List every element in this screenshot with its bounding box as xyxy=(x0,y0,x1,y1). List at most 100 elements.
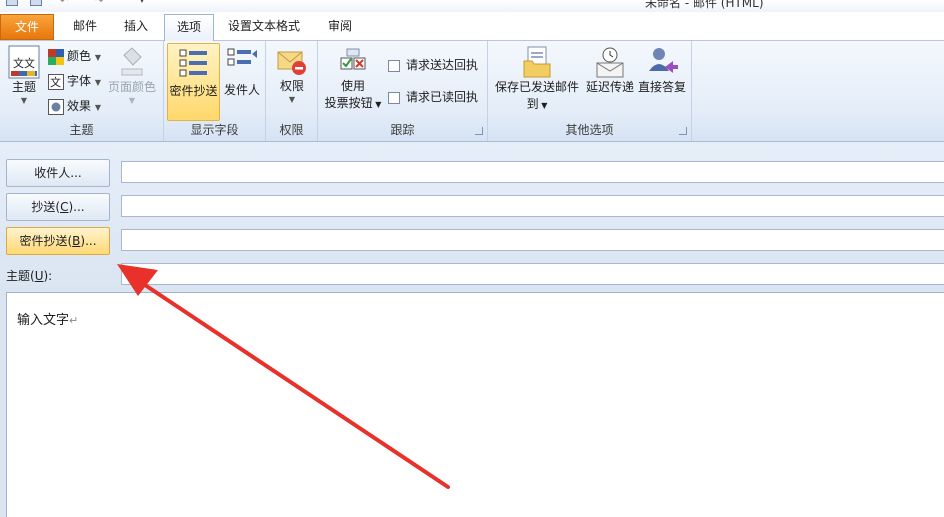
save-icon[interactable] xyxy=(30,0,42,6)
theme-group: 文文 主题 ▼ 颜色 ▼ 文 字体 ▼ 效果 ▼ 页面颜色 ▼ 主题 xyxy=(0,41,164,141)
more-options-group: 保存已发送邮件 到 ▼ 延迟传递 直接答复 其他选项 xyxy=(488,41,692,141)
tab-review[interactable]: 审阅 xyxy=(316,14,364,41)
delivery-receipt-label: 请求送达回执 xyxy=(406,58,479,72)
cc-field[interactable] xyxy=(121,195,944,217)
chevron-down-icon: ▼ xyxy=(128,96,136,105)
voting-icon xyxy=(340,48,366,70)
palette-icon xyxy=(48,48,64,65)
show-fields-group-label: 显示字段 xyxy=(190,123,239,137)
bcc-icon xyxy=(179,49,207,77)
redo-icon[interactable]: ↷ xyxy=(95,0,107,7)
direct-replies-button[interactable]: 直接答复 xyxy=(636,45,688,96)
reply-person-icon xyxy=(649,48,678,73)
body-content: 输入文字 xyxy=(17,313,70,328)
chevron-down-icon: ▼ xyxy=(94,78,101,87)
page-color-label: 页面颜色 xyxy=(107,80,156,94)
theme-button[interactable]: 文文 主题 ▼ xyxy=(4,45,44,106)
permission-group-label: 权限 xyxy=(279,123,304,137)
dialog-launcher-icon[interactable] xyxy=(679,127,687,135)
delay-delivery-button[interactable]: 延迟传递 xyxy=(584,45,636,96)
save-sent-icon xyxy=(523,46,551,78)
voting-label-line1: 使用 xyxy=(340,79,365,93)
tab-file[interactable]: 文件 xyxy=(0,14,54,40)
effects-icon xyxy=(48,98,64,115)
permission-label: 权限 xyxy=(279,79,304,93)
read-receipt-checkbox[interactable]: 请求已读回执 xyxy=(388,87,478,107)
chevron-down-icon: ▼ xyxy=(288,95,296,104)
subject-label: 主题(U): xyxy=(6,267,52,284)
save-sent-label-line2: 到 ▼ xyxy=(492,96,582,114)
qat-dropdown-icon[interactable]: ▾ xyxy=(140,0,152,6)
from-field-button[interactable]: 发件人 xyxy=(222,46,262,99)
ribbon: 文文 主题 ▼ 颜色 ▼ 文 字体 ▼ 效果 ▼ 页面颜色 ▼ 主题 密件抄送 … xyxy=(0,41,944,142)
effects-button[interactable]: 效果 ▼ xyxy=(48,96,101,116)
bcc-button-prefix: 密件抄送( xyxy=(19,234,73,248)
tracking-group-label: 跟踪 xyxy=(390,123,415,137)
bcc-button[interactable]: 密件抄送(B)... xyxy=(6,227,110,255)
body-text[interactable]: 输入文字↵ xyxy=(17,309,78,328)
cc-button-suffix: )... xyxy=(68,200,85,214)
read-receipt-label: 请求已读回执 xyxy=(406,90,479,104)
voting-label-line2: 投票按钮 ▼ xyxy=(322,95,384,113)
direct-replies-label: 直接答复 xyxy=(637,80,686,94)
ribbon-tabs: 文件 邮件 插入 选项 设置文本格式 审阅 xyxy=(0,12,944,42)
from-field-label: 发件人 xyxy=(223,83,260,97)
cc-button[interactable]: 抄送(C)... xyxy=(6,193,110,221)
checkbox-unchecked-icon[interactable] xyxy=(388,59,400,72)
subject-label-prefix: 主题( xyxy=(6,269,35,283)
tab-options[interactable]: 选项 xyxy=(164,14,214,42)
colors-label: 颜色 xyxy=(67,49,92,63)
title-bar: ↶ ↷ ▾ 未命名 - 邮件 (HTML) xyxy=(0,0,944,12)
subject-field[interactable] xyxy=(121,263,944,285)
paint-bucket-icon xyxy=(121,47,143,76)
permission-group: 权限 ▼ 权限 xyxy=(266,41,318,141)
clock-envelope-icon xyxy=(596,47,624,78)
chevron-down-icon: ▼ xyxy=(94,53,101,62)
bcc-field[interactable] xyxy=(121,229,944,251)
bcc-button-suffix: )... xyxy=(80,234,97,248)
envelope-restrict-icon xyxy=(277,51,306,75)
theme-icon-text: 文文 xyxy=(13,57,35,70)
tab-format-text[interactable]: 设置文本格式 xyxy=(218,14,310,41)
bcc-field-label: 密件抄送 xyxy=(169,84,218,98)
cc-button-prefix: 抄送( xyxy=(31,200,61,214)
colors-button[interactable]: 颜色 ▼ xyxy=(48,46,101,66)
message-body[interactable]: 输入文字↵ xyxy=(6,292,944,517)
window-title: 未命名 - 邮件 (HTML) xyxy=(645,0,764,10)
chevron-down-icon: ▼ xyxy=(94,103,101,112)
page-color-button[interactable]: 页面颜色 ▼ xyxy=(106,45,158,106)
checkbox-unchecked-icon[interactable] xyxy=(388,91,400,104)
voting-buttons-button[interactable]: 使用 投票按钮 ▼ xyxy=(322,46,384,113)
show-fields-group: 密件抄送 发件人 显示字段 xyxy=(164,41,266,141)
chevron-down-icon: ▼ xyxy=(372,100,382,109)
save-sent-label-line1: 保存已发送邮件 xyxy=(494,80,579,94)
message-header: 收件人... 抄送(C)... 密件抄送(B)... 主题(U): xyxy=(0,142,944,292)
bcc-field-button[interactable]: 密件抄送 xyxy=(167,43,220,121)
save-sent-label-text: 到 xyxy=(526,97,539,111)
app-icon xyxy=(6,0,18,6)
tab-mail[interactable]: 邮件 xyxy=(60,14,110,41)
permission-button[interactable]: 权限 ▼ xyxy=(272,46,312,105)
subject-label-suffix: ): xyxy=(43,269,53,283)
undo-icon[interactable]: ↶ xyxy=(60,0,72,7)
to-field[interactable] xyxy=(121,161,944,183)
tab-insert[interactable]: 插入 xyxy=(112,14,160,41)
delivery-receipt-checkbox[interactable]: 请求送达回执 xyxy=(388,55,478,75)
voting-label-text: 投票按钮 xyxy=(324,96,373,110)
from-icon xyxy=(227,48,257,66)
font-icon: 文 xyxy=(48,73,64,90)
more-options-group-label: 其他选项 xyxy=(565,123,614,137)
theme-group-label: 主题 xyxy=(69,123,94,137)
delay-delivery-label: 延迟传递 xyxy=(585,80,634,94)
theme-button-label: 主题 xyxy=(11,80,36,94)
svg-text:文: 文 xyxy=(50,75,61,89)
to-button[interactable]: 收件人... xyxy=(6,159,110,187)
fonts-label: 字体 xyxy=(67,74,92,88)
chevron-down-icon: ▼ xyxy=(538,101,548,110)
fonts-button[interactable]: 文 字体 ▼ xyxy=(48,71,101,91)
dialog-launcher-icon[interactable] xyxy=(475,127,483,135)
effects-label: 效果 xyxy=(67,99,92,113)
paragraph-mark-icon: ↵ xyxy=(69,314,79,327)
save-sent-item-button[interactable]: 保存已发送邮件 到 ▼ xyxy=(492,45,582,114)
tracking-group: 使用 投票按钮 ▼ 请求送达回执 请求已读回执 跟踪 xyxy=(318,41,488,141)
